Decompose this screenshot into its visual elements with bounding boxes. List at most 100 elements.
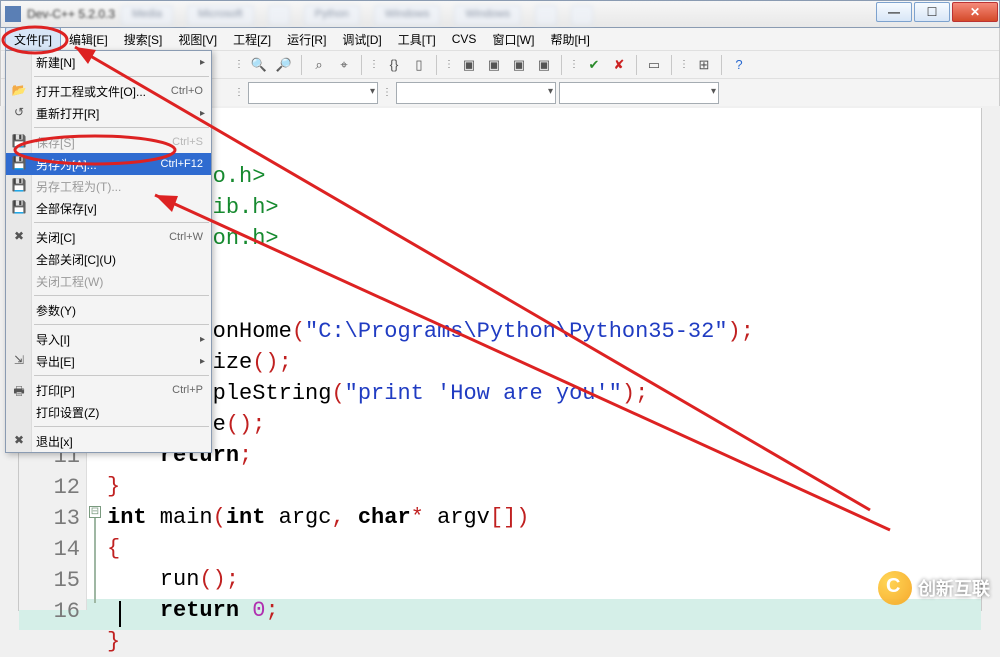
debug-icon[interactable]: ✔ xyxy=(583,54,605,76)
menu-item-label: 打印设置(Z) xyxy=(36,404,203,421)
line-number: 16 xyxy=(19,596,80,627)
menu-item-label: 关闭[C] xyxy=(36,229,169,246)
step-icon[interactable]: ▭ xyxy=(643,54,665,76)
class-combo[interactable]: ▾ xyxy=(396,82,556,104)
blank-icon xyxy=(11,54,27,70)
compiler-combo[interactable]: ▾ xyxy=(248,82,378,104)
find-icon[interactable]: ⌕ xyxy=(308,54,330,76)
file-menu-dropdown: 新建[N]▸📂打开工程或文件[O]...Ctrl+O↺重新打开[R]▸💾保存[S… xyxy=(5,50,212,453)
line-number: 15 xyxy=(19,565,80,596)
menu-item: 💾 另存工程为(T)... xyxy=(6,175,211,197)
menu-item-label: 导出[E] xyxy=(36,353,203,370)
line-number: 13 xyxy=(19,503,80,534)
menu-item-label: 另存工程为(T)... xyxy=(36,178,203,195)
open-icon: 📂 xyxy=(11,83,27,99)
menu-item[interactable]: 📂 打开工程或文件[O]...Ctrl+O xyxy=(6,80,211,102)
zoom-out-icon[interactable]: 🔎 xyxy=(273,54,295,76)
menu-item[interactable]: ✖ 退出[x] xyxy=(6,430,211,452)
background-tabs: MediaMicrosoft PythonWindowsWindows xyxy=(121,5,819,25)
menu-item: 关闭工程(W) xyxy=(6,270,211,292)
minimize-button[interactable] xyxy=(876,2,912,22)
fold-toggle-icon[interactable]: ⊟ xyxy=(89,506,101,518)
menu-debug[interactable]: 调试[D] xyxy=(334,28,389,51)
menu-item-label: 保存[S] xyxy=(36,134,172,151)
menu-item[interactable]: 💾 另存为[A]...Ctrl+F12 xyxy=(6,153,211,175)
submenu-arrow-icon: ▸ xyxy=(200,57,205,68)
menu-item-label: 退出[x] xyxy=(36,433,203,450)
blank-icon xyxy=(11,273,27,289)
menu-item[interactable]: 导入[I]▸ xyxy=(6,328,211,350)
menu-item-shortcut: Ctrl+W xyxy=(169,231,203,243)
menu-item-shortcut: Ctrl+S xyxy=(172,136,203,148)
saveproj-icon: 💾 xyxy=(11,178,27,194)
menu-item[interactable]: ✖关闭[C]Ctrl+W xyxy=(6,226,211,248)
menu-item: 💾 保存[S]Ctrl+S xyxy=(6,131,211,153)
toolbar-grip[interactable]: ⋮ xyxy=(233,54,245,76)
reopen-icon: ↺ xyxy=(11,105,27,121)
toolbar-grip[interactable]: ⋮ xyxy=(443,54,455,76)
compile-icon[interactable]: ▣ xyxy=(458,54,480,76)
menu-item-label: 关闭工程(W) xyxy=(36,273,203,290)
menu-item-label: 另存为[A]... xyxy=(36,156,161,173)
menu-item-shortcut: Ctrl+F12 xyxy=(161,158,204,170)
compile-run-icon[interactable]: ▣ xyxy=(508,54,530,76)
watermark: 创新互联 xyxy=(878,571,990,605)
replace-icon[interactable]: ⌖ xyxy=(333,54,355,76)
toolbar-grip[interactable]: ⋮ xyxy=(568,54,580,76)
submenu-arrow-icon: ▸ xyxy=(200,108,205,119)
menu-item-shortcut: Ctrl+P xyxy=(172,384,203,396)
menu-edit[interactable]: 编辑[E] xyxy=(61,28,116,51)
zoom-in-icon[interactable]: 🔍 xyxy=(248,54,270,76)
menu-item-label: 打开工程或文件[O]... xyxy=(36,83,171,100)
submenu-arrow-icon: ▸ xyxy=(200,356,205,367)
rebuild-icon[interactable]: ▣ xyxy=(533,54,555,76)
menu-item[interactable]: 新建[N]▸ xyxy=(6,51,211,73)
menu-item[interactable]: 全部关闭[C](U) xyxy=(6,248,211,270)
menu-cvs[interactable]: CVS xyxy=(444,29,485,49)
help-icon[interactable]: ? xyxy=(728,54,750,76)
toolbar-grip[interactable]: ⋮ xyxy=(233,82,245,104)
watermark-text: 创新互联 xyxy=(918,575,990,601)
menu-item-shortcut: Ctrl+O xyxy=(171,85,203,97)
save-icon: 💾 xyxy=(11,134,27,150)
run-icon[interactable]: ▣ xyxy=(483,54,505,76)
menu-item-label: 重新打开[R] xyxy=(36,105,203,122)
menu-item-label: 参数(Y) xyxy=(36,302,203,319)
menu-tools[interactable]: 工具[T] xyxy=(390,28,444,51)
toolbar-grip[interactable]: ⋮ xyxy=(368,54,380,76)
menu-item-label: 全部关闭[C](U) xyxy=(36,251,203,268)
toolbar-grip[interactable]: ⋮ xyxy=(678,54,690,76)
bookmark-icon[interactable]: ▯ xyxy=(408,54,430,76)
menu-search[interactable]: 搜索[S] xyxy=(116,28,171,51)
menu-item[interactable]: ↺ 重新打开[R]▸ xyxy=(6,102,211,124)
text-caret xyxy=(119,601,121,627)
menu-window[interactable]: 窗口[W] xyxy=(484,28,542,51)
menu-run[interactable]: 运行[R] xyxy=(279,28,334,51)
blank-icon xyxy=(11,302,27,318)
menu-item[interactable]: 🖶打印[P]Ctrl+P xyxy=(6,379,211,401)
menu-file[interactable]: 文件[F] xyxy=(5,27,61,52)
stop-icon[interactable]: ✘ xyxy=(608,54,630,76)
window-titlebar: MediaMicrosoft PythonWindowsWindows Dev-… xyxy=(0,0,1000,28)
menu-view[interactable]: 视图[V] xyxy=(170,28,225,51)
menu-project[interactable]: 工程[Z] xyxy=(225,28,279,51)
saveas-icon: 💾 xyxy=(11,156,27,172)
toolbar-grip[interactable]: ⋮ xyxy=(381,82,393,104)
line-number: 14 xyxy=(19,534,80,565)
menu-item-label: 导入[I] xyxy=(36,331,203,348)
new-class-icon[interactable]: ⊞ xyxy=(693,54,715,76)
menu-item[interactable]: 💾全部保存[v] xyxy=(6,197,211,219)
menu-item[interactable]: ⇲导出[E]▸ xyxy=(6,350,211,372)
close-button[interactable] xyxy=(952,2,998,22)
goto-line-icon[interactable]: {} xyxy=(383,54,405,76)
maximize-button[interactable] xyxy=(914,2,950,22)
watermark-logo-icon xyxy=(878,571,912,605)
member-combo[interactable]: ▾ xyxy=(559,82,719,104)
app-icon xyxy=(5,6,21,22)
menu-item-label: 打印[P] xyxy=(36,382,172,399)
code-text: de <stdio.h> de <stdlib.h> de <Python.h>… xyxy=(107,108,981,610)
menu-item[interactable]: 参数(Y) xyxy=(6,299,211,321)
menu-help[interactable]: 帮助[H] xyxy=(542,28,597,51)
exit-icon: ✖ xyxy=(11,433,27,449)
menu-item[interactable]: 打印设置(Z) xyxy=(6,401,211,423)
